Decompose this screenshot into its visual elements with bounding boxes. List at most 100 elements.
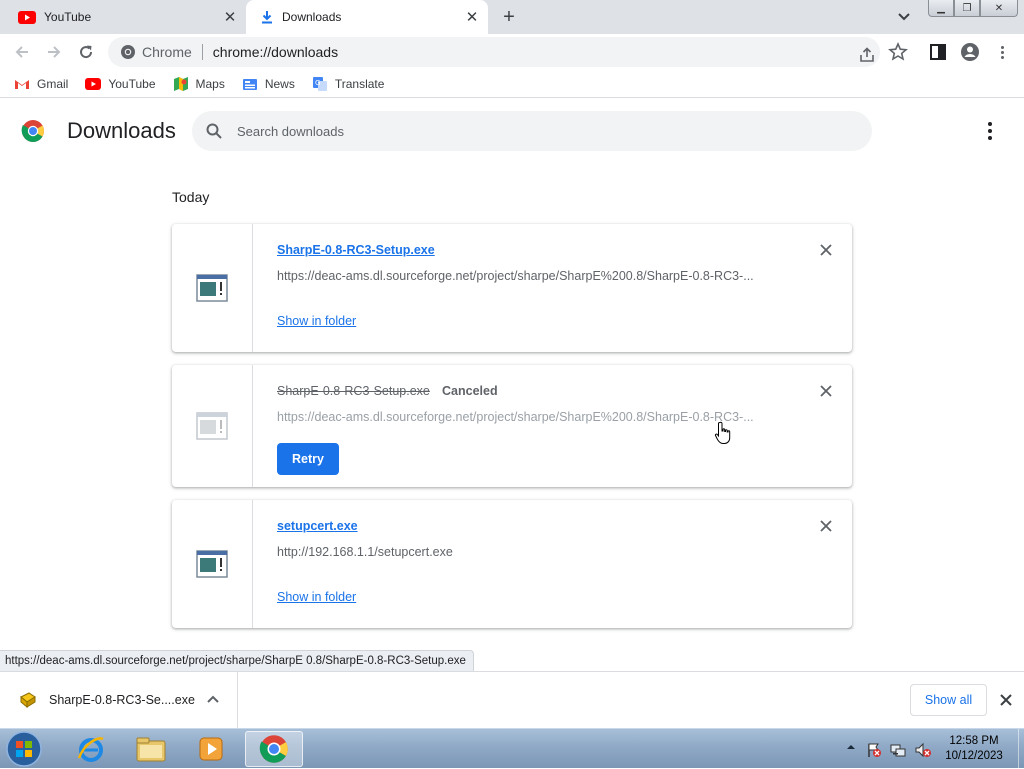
- window-controls: ▁ ❐ ✕: [928, 0, 1018, 18]
- gmail-icon: [15, 79, 29, 89]
- taskbar-media-player[interactable]: [182, 731, 240, 767]
- bookmark-translate[interactable]: G Translate: [312, 76, 385, 92]
- bookmark-label: Maps: [195, 76, 225, 91]
- downloads-header: Downloads: [0, 99, 1024, 163]
- action-center-flag-icon[interactable]: [866, 742, 882, 758]
- chrome-menu-button[interactable]: [992, 42, 1012, 62]
- hand-cursor-icon: [714, 421, 731, 444]
- show-in-folder-link[interactable]: Show in folder: [277, 590, 356, 604]
- back-button[interactable]: [10, 40, 34, 64]
- network-icon[interactable]: [890, 742, 908, 758]
- status-badge: Canceled: [442, 384, 498, 398]
- media-player-icon: [199, 737, 223, 761]
- download-item: SharpE-0.8-RC3-Setup.exe https://deac-am…: [172, 224, 852, 352]
- taskbar-explorer[interactable]: [122, 731, 180, 767]
- bookmark-label: YouTube: [108, 76, 156, 91]
- tab-search-icon[interactable]: [895, 9, 913, 25]
- exe-file-icon: [20, 692, 36, 708]
- remove-icon[interactable]: [818, 242, 834, 258]
- file-icon-column: [172, 365, 253, 487]
- retry-button[interactable]: Retry: [277, 443, 339, 475]
- tab-strip: YouTube ✕ Downloads ✕ + ▁ ❐ ✕: [0, 0, 1024, 34]
- download-item: SharpE-0.8-RC3-Setup.exe Canceled https:…: [172, 365, 852, 487]
- file-url: https://deac-ams.dl.sourceforge.net/proj…: [277, 410, 754, 424]
- taskbar-chrome[interactable]: [245, 731, 303, 767]
- search-input[interactable]: [237, 123, 837, 139]
- show-all-button[interactable]: Show all: [910, 684, 987, 716]
- download-icon: [262, 11, 272, 24]
- close-shelf-icon[interactable]: [998, 692, 1014, 708]
- bookmark-youtube[interactable]: YouTube: [85, 76, 156, 91]
- chrome-logo-icon: [21, 120, 44, 142]
- profile-avatar-icon[interactable]: [960, 42, 980, 62]
- chrome-icon: [259, 735, 288, 763]
- tab-title: YouTube: [44, 10, 92, 24]
- search-icon: [206, 123, 222, 139]
- reload-icon: [80, 45, 93, 59]
- tab-downloads[interactable]: Downloads ✕: [246, 0, 488, 34]
- toolbar: Chrome chrome://downloads: [0, 34, 1024, 70]
- bookmark-label: Gmail: [37, 76, 69, 91]
- maps-icon: [173, 76, 188, 91]
- bookmark-gmail[interactable]: Gmail: [14, 77, 68, 91]
- remove-icon[interactable]: [818, 518, 834, 534]
- shelf-file-name: SharpE-0.8-RC3-Se....exe: [49, 693, 195, 707]
- chevron-up-icon[interactable]: [206, 694, 220, 704]
- translate-icon: G: [312, 76, 327, 91]
- ie-icon: [77, 737, 104, 762]
- file-icon-column: [172, 224, 253, 352]
- taskbar-ie[interactable]: [62, 731, 120, 767]
- minimize-button[interactable]: ▁: [928, 0, 954, 17]
- explorer-icon: [136, 737, 166, 762]
- youtube-icon: [18, 10, 36, 24]
- file-name-link[interactable]: SharpE-0.8-RC3-Setup.exe: [277, 243, 435, 257]
- remove-icon[interactable]: [818, 383, 834, 399]
- bookmark-maps[interactable]: Maps: [173, 76, 225, 92]
- side-panel-icon[interactable]: [928, 42, 948, 62]
- more-actions-button[interactable]: [980, 121, 1000, 141]
- file-icon-column: [172, 500, 253, 628]
- file-url: http://192.168.1.1/setupcert.exe: [277, 545, 453, 559]
- url-text: chrome://downloads: [212, 44, 339, 60]
- news-icon: [242, 78, 257, 90]
- bookmark-label: Translate: [334, 76, 385, 91]
- new-tab-button[interactable]: +: [497, 6, 521, 28]
- share-icon[interactable]: [858, 46, 876, 64]
- close-tab-icon[interactable]: ✕: [464, 9, 480, 26]
- windows-taskbar: 12:58 PM 10/12/2023: [0, 728, 1024, 769]
- link-status-bubble: https://deac-ams.dl.sourceforge.net/proj…: [0, 650, 474, 671]
- start-button-icon[interactable]: [2, 730, 46, 768]
- exe-file-icon: [196, 412, 228, 440]
- clock-date: 10/12/2023: [945, 750, 1003, 762]
- file-name-link[interactable]: setupcert.exe: [277, 519, 358, 533]
- arrow-left-icon: [15, 46, 28, 58]
- system-clock[interactable]: 12:58 PM 10/12/2023: [930, 734, 1018, 764]
- bookmark-label: News: [264, 76, 295, 91]
- reload-button[interactable]: [74, 40, 98, 64]
- window-close-button[interactable]: ✕: [980, 0, 1018, 17]
- date-header: Today: [172, 189, 210, 205]
- bookmark-news[interactable]: News: [242, 77, 295, 91]
- exe-file-icon: [196, 274, 228, 302]
- bookmark-star-icon[interactable]: [888, 42, 908, 62]
- tab-youtube[interactable]: YouTube ✕: [0, 0, 246, 34]
- restore-button[interactable]: ❐: [954, 0, 980, 17]
- search-downloads-box[interactable]: [192, 111, 872, 151]
- arrow-right-icon: [48, 46, 61, 58]
- omnibox-divider: [201, 44, 203, 60]
- address-bar[interactable]: Chrome chrome://downloads: [108, 37, 880, 67]
- forward-button[interactable]: [42, 40, 66, 64]
- file-url: https://deac-ams.dl.sourceforge.net/proj…: [277, 269, 754, 283]
- tab-title: Downloads: [282, 10, 342, 24]
- chrome-icon: [121, 45, 135, 59]
- close-tab-icon[interactable]: ✕: [222, 9, 238, 26]
- exe-file-icon: [196, 550, 228, 578]
- youtube-icon: [85, 77, 102, 90]
- download-shelf: SharpE-0.8-RC3-Se....exe Show all: [0, 671, 1024, 728]
- show-in-folder-link[interactable]: Show in folder: [277, 314, 356, 328]
- file-name-canceled: SharpE-0.8-RC3-Setup.exe: [277, 384, 430, 398]
- show-hidden-icons-icon[interactable]: [846, 742, 856, 752]
- show-desktop-button[interactable]: [1018, 729, 1024, 769]
- shelf-download-item[interactable]: SharpE-0.8-RC3-Se....exe: [0, 672, 238, 728]
- page-title: Downloads: [67, 118, 176, 143]
